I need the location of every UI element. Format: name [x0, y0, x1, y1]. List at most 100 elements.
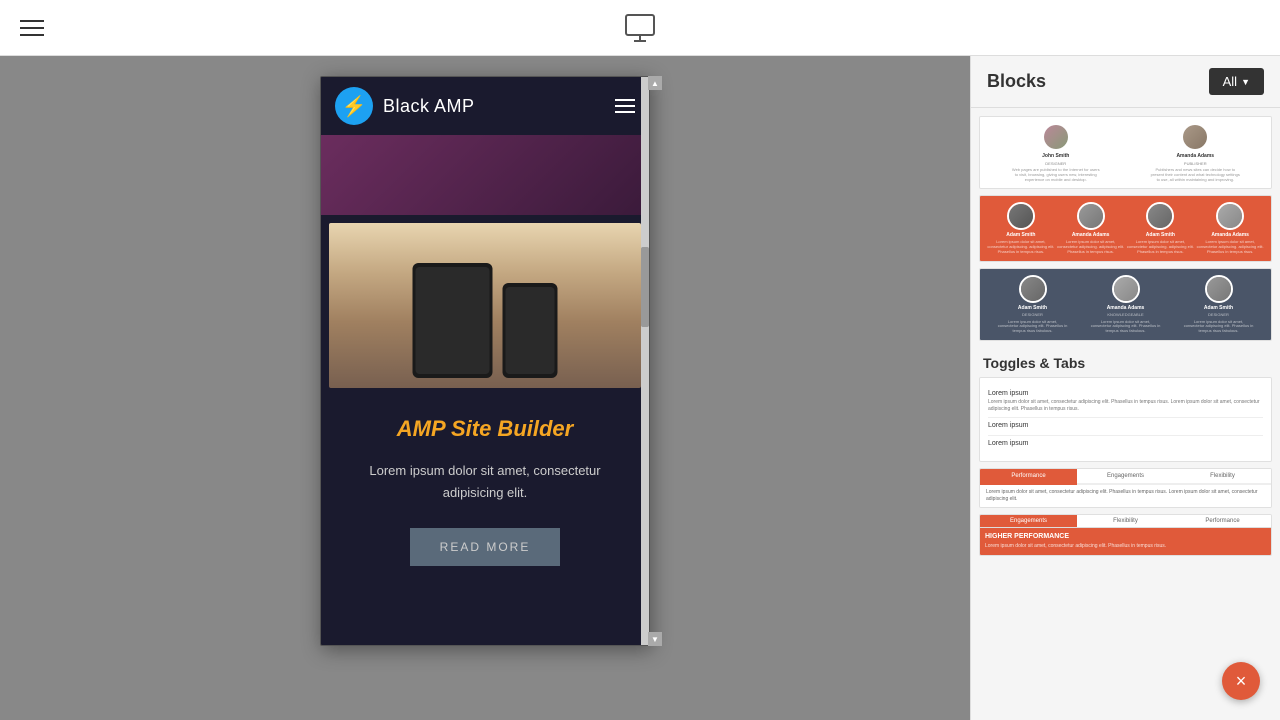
dark-desc-1: Lorem ipsum dolor sit amet, consectetur …	[998, 320, 1068, 334]
member-name-john: John Smith	[1042, 153, 1069, 159]
team-white-inner: John Smith DESIGNER Web pages are publis…	[980, 117, 1271, 188]
team-dark-member-1: Adam Smith DESIGNER Lorem ipsum dolor si…	[998, 275, 1068, 334]
team-dark-member-3: Adam Smith DESIGNER Lorem ipsum dolor si…	[1184, 275, 1254, 334]
avatar-john	[1042, 123, 1070, 151]
avatar-dark-3	[1205, 275, 1233, 303]
team-dark-member-2: Amanda Adams KNOWLEDGEABLE Lorem ipsum d…	[1091, 275, 1161, 334]
member-orange-name-2: Amanda Adams	[1072, 232, 1110, 238]
tabs-block2-inner: Engagements Flexibility Performance HIGH…	[980, 515, 1271, 555]
dark-role-2: KNOWLEDGEABLE	[1107, 313, 1143, 318]
phone-small	[503, 283, 558, 378]
tabs-orange-full-block[interactable]: Engagements Flexibility Performance HIGH…	[979, 514, 1272, 556]
tabs-header: Performance Engagements Flexibility	[980, 469, 1271, 485]
tabs-block-inner: Performance Engagements Flexibility Lore…	[980, 469, 1271, 507]
tab2-flexibility[interactable]: Flexibility	[1077, 515, 1174, 528]
preview-hero	[321, 135, 649, 215]
team-orange-inner: Adam Smith Lorem ipsum dolor sit amet, c…	[980, 196, 1271, 260]
preview-content: AMP Site Builder Lorem ipsum dolor sit a…	[321, 396, 649, 586]
avatar-3	[1146, 202, 1174, 230]
topbar	[0, 0, 1280, 56]
scroll-down-arrow[interactable]: ▼	[648, 632, 662, 646]
team-member-4: Amanda Adams Lorem ipsum dolor sit amet,…	[1195, 202, 1265, 254]
member-orange-desc-1: Lorem ipsum dolor sit amet, consectetur …	[986, 240, 1056, 254]
toggle-content-1: Lorem ipsum dolor sit amet, consectetur …	[988, 399, 1263, 413]
avatar-dark-2	[1112, 275, 1140, 303]
tabs-block2-text: Lorem ipsum dolor sit amet, consectetur …	[985, 543, 1266, 550]
toggles-block[interactable]: Lorem ipsum Lorem ipsum dolor sit amet, …	[979, 377, 1272, 462]
dark-role-1: DESIGNER	[1022, 313, 1043, 318]
team-member-john: John Smith DESIGNER Web pages are publis…	[1011, 123, 1101, 182]
preview-hero-title: AMP Site Builder	[341, 416, 629, 442]
avatar-amanda	[1181, 123, 1209, 151]
read-more-button[interactable]: READ MORE	[410, 528, 561, 566]
tabs-block2-title: HIGHER PERFORMANCE	[985, 533, 1266, 540]
team-member-1: Adam Smith Lorem ipsum dolor sit amet, c…	[986, 202, 1056, 254]
tab-content: Lorem ipsum dolor sit amet, consectetur …	[980, 485, 1271, 507]
mobile-preview-scrollbar-thumb	[641, 247, 649, 327]
team-block-three-col[interactable]: Adam Smith DESIGNER Lorem ipsum dolor si…	[979, 268, 1272, 341]
mobile-preview-container: ▲ ▼ ⚡ Black AMP	[320, 76, 650, 646]
close-panel-button[interactable]: ×	[1222, 662, 1260, 700]
tab-content-text: Lorem ipsum dolor sit amet, consectetur …	[986, 489, 1265, 503]
panel-content: John Smith DESIGNER Web pages are publis…	[971, 108, 1280, 720]
panel-bottom-spacer	[979, 562, 1272, 622]
canvas-area: ▲ ▼ ⚡ Black AMP	[0, 56, 970, 720]
phone-devices	[413, 263, 558, 378]
tabs-header2: Engagements Flexibility Performance	[980, 515, 1271, 528]
all-filter-button[interactable]: All	[1209, 68, 1264, 95]
dark-role-3: DESIGNER	[1208, 313, 1229, 318]
team-block-two-col[interactable]: John Smith DESIGNER Web pages are publis…	[979, 116, 1272, 189]
right-panel: Blocks All John Smith DESIGNER Web pages…	[970, 56, 1280, 720]
tab-flexibility[interactable]: Flexibility	[1174, 469, 1271, 485]
dark-name-2: Amanda Adams	[1107, 305, 1145, 311]
tab-engagements[interactable]: Engagements	[1077, 469, 1174, 485]
monitor-icon	[622, 10, 658, 46]
toggle-title-2: Lorem ipsum	[988, 422, 1263, 429]
tabs-orange-block[interactable]: Performance Engagements Flexibility Lore…	[979, 468, 1272, 508]
member-role-amanda: PUBLISHER	[1184, 161, 1207, 166]
mobile-preview-scrollbar[interactable]	[641, 77, 649, 645]
scroll-up-arrow[interactable]: ▲	[648, 76, 662, 90]
dark-name-3: Adam Smith	[1204, 305, 1233, 311]
team-block-four-col[interactable]: Adam Smith Lorem ipsum dolor sit amet, c…	[979, 195, 1272, 261]
member-orange-name-3: Adam Smith	[1146, 232, 1175, 238]
menu-icon[interactable]	[20, 20, 44, 36]
team-member-2: Amanda Adams Lorem ipsum dolor sit amet,…	[1056, 202, 1126, 254]
tab2-engagements[interactable]: Engagements	[980, 515, 1077, 528]
team-dark-inner: Adam Smith DESIGNER Lorem ipsum dolor si…	[980, 269, 1271, 340]
lightning-bolt-icon: ⚡	[342, 94, 367, 119]
toggle-title-3: Lorem ipsum	[988, 440, 1263, 447]
preview-description: Lorem ipsum dolor sit amet, consectetur …	[341, 460, 629, 504]
tab-performance[interactable]: Performance	[980, 469, 1077, 485]
tab2-performance[interactable]: Performance	[1174, 515, 1271, 528]
avatar-2	[1077, 202, 1105, 230]
dark-desc-3: Lorem ipsum dolor sit amet, consectetur …	[1184, 320, 1254, 334]
tabs-block2-content: HIGHER PERFORMANCE Lorem ipsum dolor sit…	[980, 528, 1271, 555]
preview-nav: ⚡ Black AMP	[321, 77, 649, 135]
dark-name-1: Adam Smith	[1018, 305, 1047, 311]
toggle-row-2: Lorem ipsum	[988, 418, 1263, 436]
member-orange-desc-3: Lorem ipsum dolor sit amet, consectetur …	[1126, 240, 1196, 254]
mobile-preview: ⚡ Black AMP	[320, 76, 650, 646]
preview-hamburger-icon[interactable]	[615, 99, 635, 113]
member-desc-amanda: Publishers and news sites can decide how…	[1150, 168, 1240, 182]
main-layout: ▲ ▼ ⚡ Black AMP	[0, 56, 1280, 720]
phone-screen-large	[416, 267, 490, 374]
panel-header: Blocks All	[971, 56, 1280, 108]
toggle-title-1: Lorem ipsum	[988, 390, 1263, 397]
preview-brand-name: Black AMP	[383, 96, 605, 117]
member-orange-name-4: Amanda Adams	[1211, 232, 1249, 238]
preview-logo: ⚡	[335, 87, 373, 125]
phone-screen-small	[506, 287, 555, 374]
avatar-dark-1	[1019, 275, 1047, 303]
toggle-row-1: Lorem ipsum Lorem ipsum dolor sit amet, …	[988, 386, 1263, 418]
member-desc-john: Web pages are published to the Internet …	[1011, 168, 1101, 182]
avatar-1	[1007, 202, 1035, 230]
member-orange-name-1: Adam Smith	[1006, 232, 1035, 238]
toggle-row-3: Lorem ipsum	[988, 436, 1263, 453]
member-orange-desc-4: Lorem ipsum dolor sit amet, consectetur …	[1195, 240, 1265, 254]
team-member-amanda: Amanda Adams PUBLISHER Publishers and ne…	[1150, 123, 1240, 182]
dark-desc-2: Lorem ipsum dolor sit amet, consectetur …	[1091, 320, 1161, 334]
avatar-4	[1216, 202, 1244, 230]
toggles-block-inner: Lorem ipsum Lorem ipsum dolor sit amet, …	[980, 378, 1271, 461]
